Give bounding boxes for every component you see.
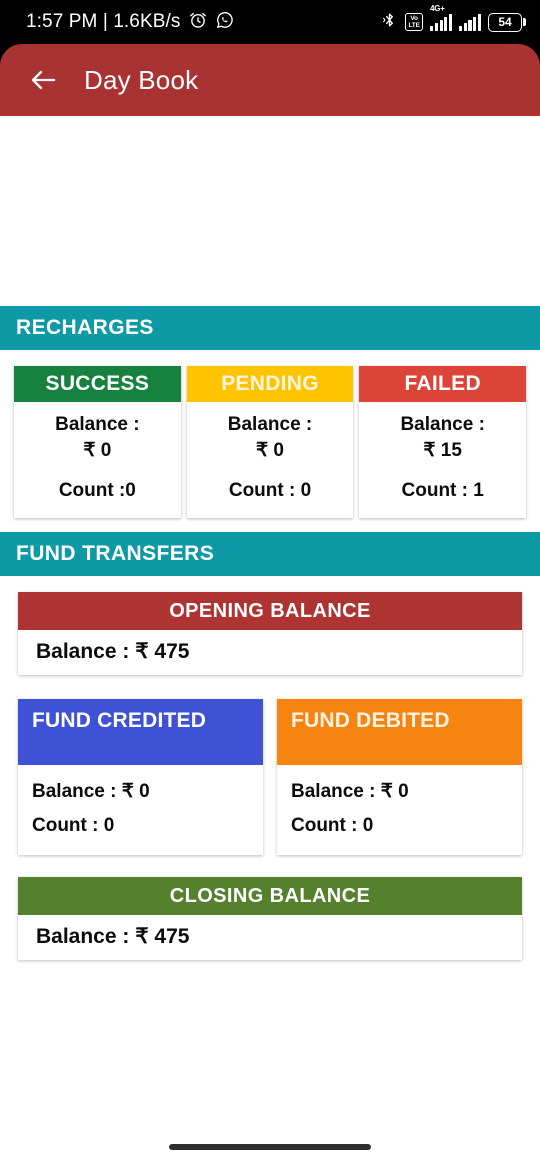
battery-tip [523, 18, 526, 26]
opening-balance-card[interactable]: OPENING BALANCE Balance : ₹ 475 [18, 592, 522, 675]
recharge-failed-balance-value: ₹ 15 [423, 440, 462, 461]
recharge-card-success-header: SUCCESS [14, 366, 181, 402]
phone-screen: 1:57 PM | 1.6KB/s Vo LTE 4G+ 54 Day Book… [0, 0, 540, 1170]
fund-credited-debited-row: FUND CREDITED Balance : ₹ 0 Count : 0 FU… [0, 675, 540, 855]
fund-debited-count: Count : 0 [291, 815, 374, 836]
network-type-label: 4G+ [430, 3, 445, 13]
recharge-card-failed-header: FAILED [359, 366, 527, 402]
fund-debited-title: FUND DEBITED [291, 709, 450, 732]
opening-balance-body: Balance : ₹ 475 [18, 630, 522, 675]
recharge-success-balance-value: ₹ 0 [83, 440, 112, 461]
closing-balance-header: CLOSING BALANCE [18, 877, 522, 915]
recharge-card-failed[interactable]: FAILED Balance : ₹ 15 Count : 1 [359, 366, 527, 518]
recharge-pending-balance-value: ₹ 0 [256, 440, 284, 461]
battery-percent-label: 54 [488, 12, 522, 32]
recharge-card-success-title: SUCCESS [45, 372, 150, 395]
whatsapp-icon [215, 10, 235, 35]
recharge-success-balance-label: Balance : [55, 414, 140, 435]
home-gesture-pill[interactable] [169, 1144, 371, 1150]
recharge-pending-count: Count : 0 [228, 480, 312, 501]
recharge-card-pending-title: PENDING [221, 372, 319, 395]
signal-bars-sim2-icon [459, 13, 481, 31]
recharges-card-row: SUCCESS Balance : ₹ 0 Count :0 PENDING B… [0, 350, 540, 532]
status-clock-and-network-speed: 1:57 PM | 1.6KB/s [26, 11, 181, 32]
page-title: Day Book [84, 64, 199, 95]
fund-credited-count: Count : 0 [32, 815, 115, 836]
status-bar-left: 1:57 PM | 1.6KB/s [26, 10, 235, 35]
fund-transfers-block: OPENING BALANCE Balance : ₹ 475 FUND CRE… [0, 592, 540, 960]
empty-top-area [0, 116, 540, 306]
section-header-fund-transfers: FUND TRANSFERS [0, 532, 540, 576]
opening-balance-header: OPENING BALANCE [18, 592, 522, 630]
bluetooth-icon [381, 10, 398, 35]
back-arrow-icon[interactable] [30, 69, 56, 91]
fund-debited-header: FUND DEBITED [277, 699, 522, 765]
recharge-failed-balance-label: Balance : [400, 414, 485, 435]
recharge-failed-count: Count : 1 [401, 480, 484, 501]
fund-debited-balance: Balance : ₹ 0 [291, 781, 409, 802]
recharge-card-pending-body: Balance : ₹ 0 Count : 0 [187, 402, 354, 518]
battery-icon: 54 [488, 12, 526, 32]
closing-balance-body: Balance : ₹ 475 [18, 915, 522, 960]
closing-balance-value: Balance : ₹ 475 [36, 925, 190, 948]
fund-credited-body: Balance : ₹ 0 Count : 0 [18, 765, 263, 855]
recharge-card-pending[interactable]: PENDING Balance : ₹ 0 Count : 0 [186, 366, 354, 518]
fund-credited-header: FUND CREDITED [18, 699, 263, 765]
recharge-card-failed-body: Balance : ₹ 15 Count : 1 [359, 402, 526, 518]
fund-debited-body: Balance : ₹ 0 Count : 0 [277, 765, 522, 855]
recharge-success-count: Count :0 [58, 480, 136, 501]
page-content: RECHARGES SUCCESS Balance : ₹ 0 Count :0… [0, 116, 540, 1170]
recharge-card-pending-header: PENDING [186, 366, 354, 402]
section-title-recharges: RECHARGES [16, 316, 154, 339]
fund-credited-title: FUND CREDITED [32, 709, 207, 732]
alarm-clock-icon [188, 10, 208, 35]
status-bar-right: Vo LTE 4G+ 54 [381, 4, 526, 35]
recharge-card-success-body: Balance : ₹ 0 Count :0 [14, 402, 181, 518]
fund-debited-card[interactable]: FUND DEBITED Balance : ₹ 0 Count : 0 [277, 699, 522, 855]
signal-bars-sim1 [430, 13, 453, 31]
recharge-pending-balance-label: Balance : [227, 414, 313, 435]
closing-balance-title: CLOSING BALANCE [169, 884, 371, 907]
fund-credited-card[interactable]: FUND CREDITED Balance : ₹ 0 Count : 0 [18, 699, 263, 855]
recharge-card-success[interactable]: SUCCESS Balance : ₹ 0 Count :0 [14, 366, 181, 518]
volte-icon: Vo LTE [405, 13, 424, 31]
opening-balance-value: Balance : ₹ 475 [36, 640, 190, 663]
system-navigation-bar [0, 1124, 540, 1170]
signal-strength-sim1-icon: 4G+ [430, 4, 453, 31]
closing-balance-card[interactable]: CLOSING BALANCE Balance : ₹ 475 [18, 877, 522, 960]
fund-credited-balance: Balance : ₹ 0 [32, 781, 150, 802]
section-title-fund-transfers: FUND TRANSFERS [16, 542, 215, 565]
status-bar: 1:57 PM | 1.6KB/s Vo LTE 4G+ 54 [0, 0, 540, 44]
app-bar: Day Book [0, 44, 540, 116]
opening-balance-title: OPENING BALANCE [169, 599, 371, 622]
section-header-recharges: RECHARGES [0, 306, 540, 350]
recharge-card-failed-title: FAILED [404, 372, 481, 395]
